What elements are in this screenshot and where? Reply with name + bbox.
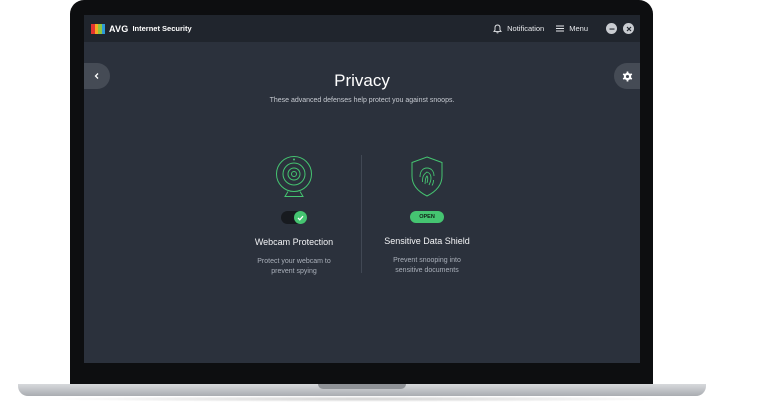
hamburger-icon — [556, 25, 565, 32]
close-icon — [626, 26, 631, 31]
toggle-knob — [294, 211, 307, 224]
menu-label: Menu — [569, 24, 588, 33]
feature-description-line: Prevent snooping into — [393, 257, 461, 264]
feature-description-line: sensitive documents — [395, 267, 459, 274]
brand: AVG Internet Security — [91, 23, 192, 34]
bell-icon — [493, 24, 503, 33]
minimize-button[interactable] — [606, 23, 617, 34]
webcam-icon — [276, 156, 312, 197]
checkmark-icon — [297, 215, 304, 221]
feature-name: Sensitive Data Shield — [384, 236, 470, 246]
app-window: AVG Internet Security Notification Menu — [84, 15, 640, 363]
laptop-notch — [318, 384, 406, 389]
minimize-icon — [609, 28, 614, 30]
menu-button[interactable]: Menu — [556, 24, 588, 33]
open-button[interactable]: OPEN — [410, 211, 444, 223]
notification-label: Notification — [507, 24, 545, 33]
avg-logo-icon — [91, 23, 105, 34]
webcam-protection-toggle[interactable] — [281, 211, 307, 224]
close-button[interactable] — [623, 23, 634, 34]
brand-name: Internet Security — [132, 24, 192, 33]
feature-description: Prevent snooping into sensitive document… — [337, 256, 517, 276]
title-bar: AVG Internet Security Notification Menu — [84, 15, 640, 42]
brand-short: AVG — [109, 23, 129, 34]
feature-sensitive-data-shield: OPEN Sensitive Data Shield Prevent snoop… — [337, 155, 517, 276]
page-title: Privacy — [334, 71, 390, 90]
page-subtitle: These advanced defenses help protect you… — [269, 97, 455, 104]
notification-button[interactable]: Notification — [493, 24, 544, 34]
shield-fingerprint-icon — [411, 156, 443, 197]
laptop-shadow — [40, 396, 684, 402]
